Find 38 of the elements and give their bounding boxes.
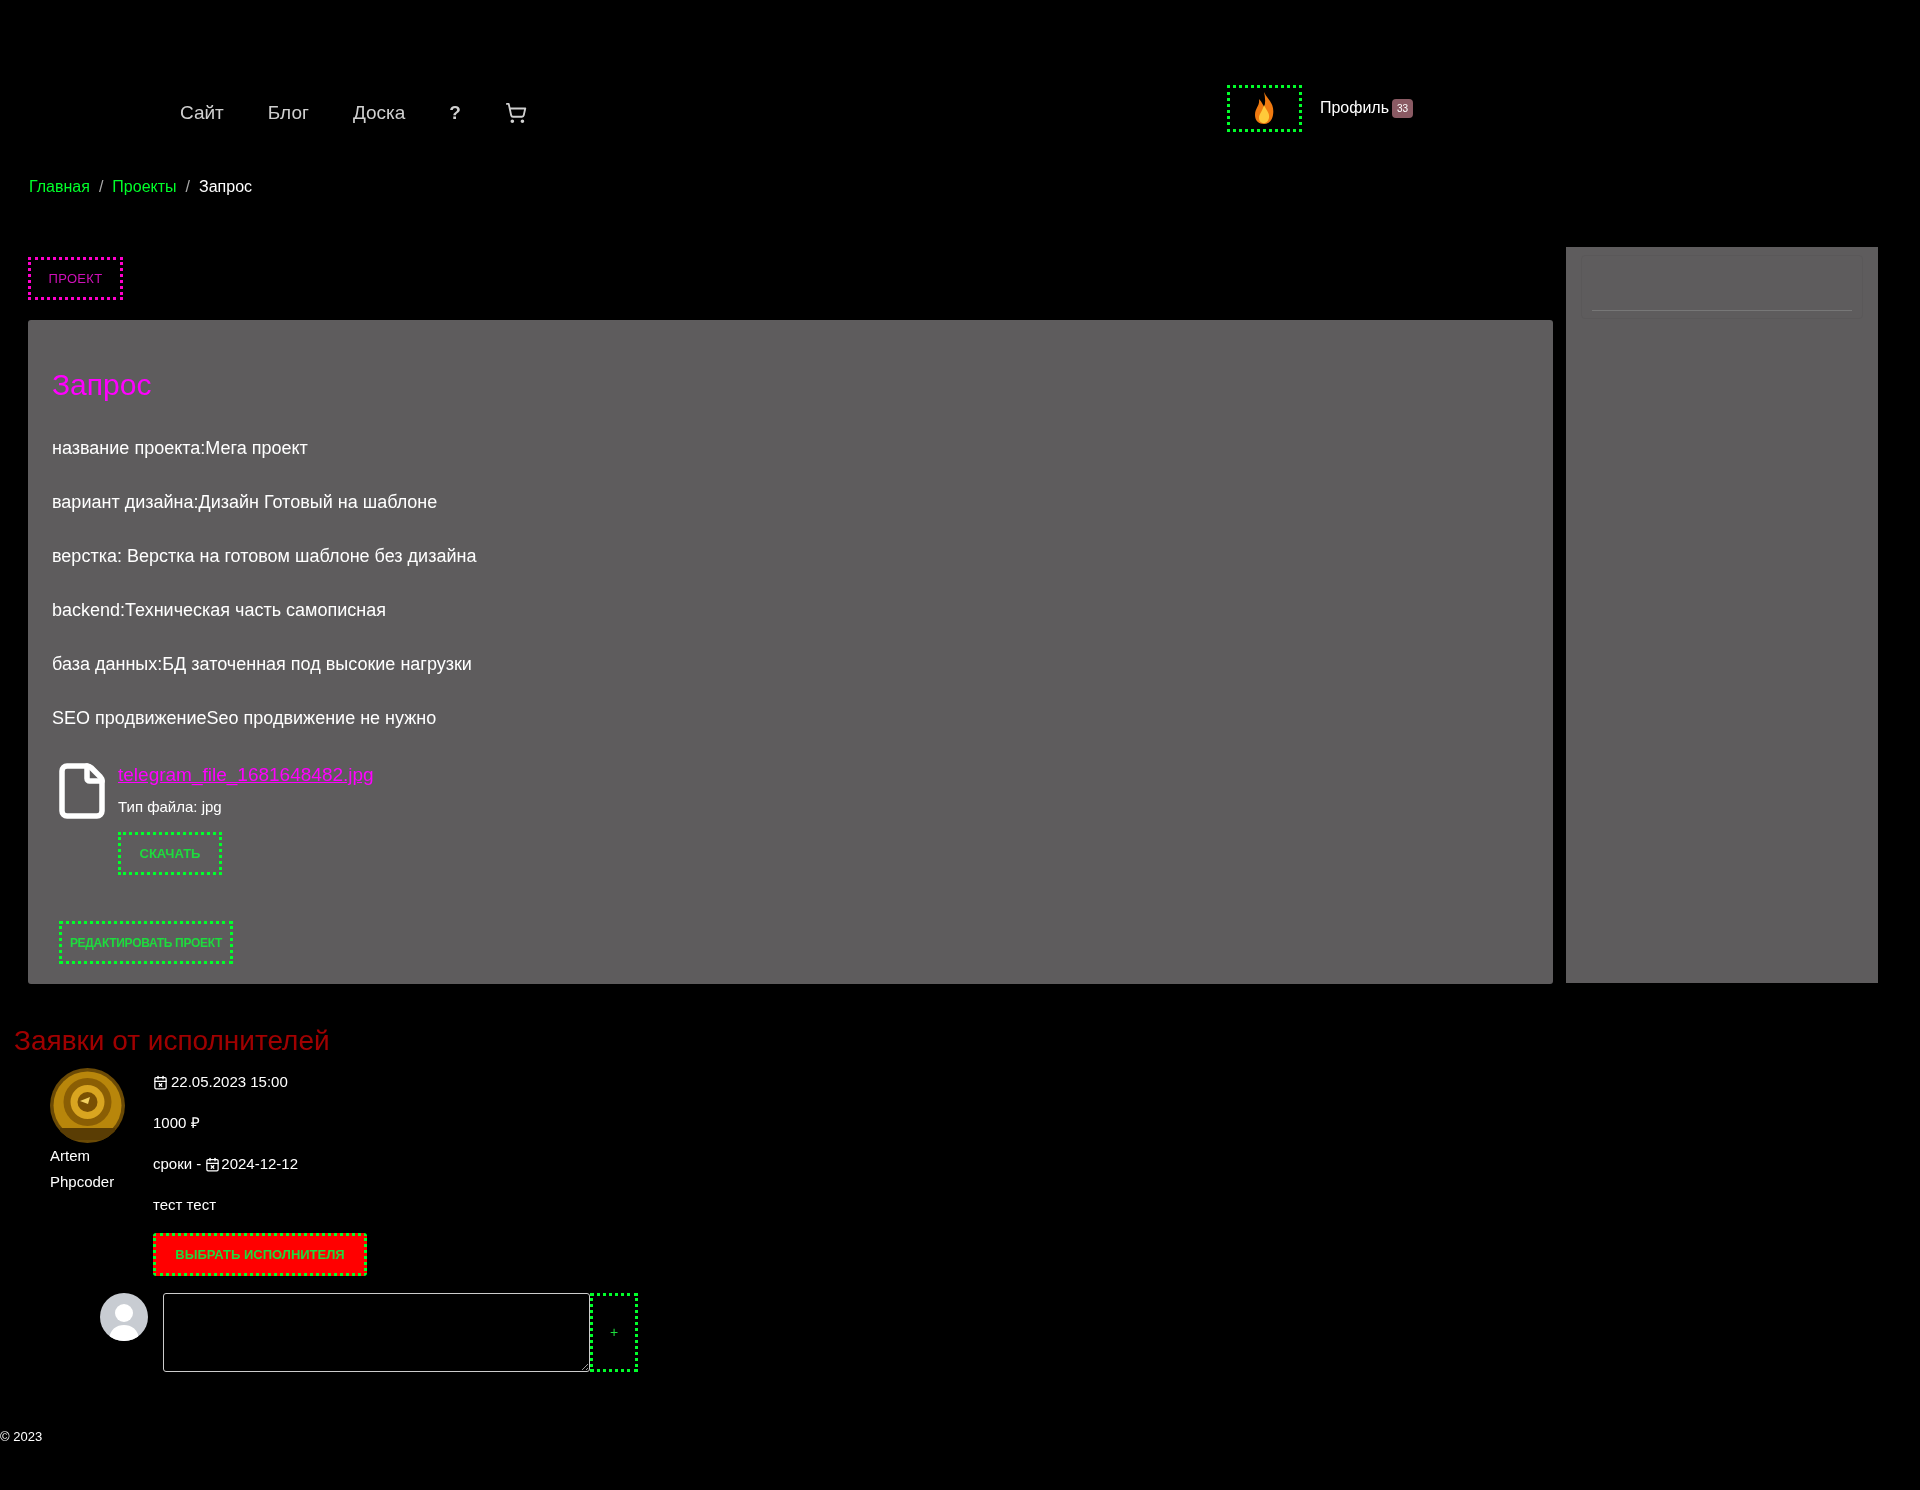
comment-field[interactable] (163, 1293, 590, 1372)
author-name: Artem (50, 1146, 91, 1166)
submit-comment-button[interactable]: + (590, 1293, 638, 1372)
bid-message: тест тест (153, 1195, 217, 1215)
bid-date: 22.05.2023 15:00 (153, 1068, 367, 1096)
copyright: © 2023 (0, 1428, 44, 1446)
project-field: база данных:БД заточенная под высокие нагрузки (52, 637, 1529, 691)
deadline-label: сроки - (153, 1153, 202, 1174)
breadcrumb-link[interactable]: Главная (29, 175, 90, 199)
edit-project-button[interactable]: РЕДАКТИРОВАТЬ ПРОЕКТ (59, 921, 233, 964)
calendar-icon (205, 1156, 221, 1172)
project-field: вариант дизайна:Дизайн Готовый на шаблоне (52, 475, 1529, 529)
project-field: backend:Техническая часть самописная (52, 583, 1529, 637)
project-field: SEO продвижениеSeo продвижение не нужно (52, 691, 1529, 745)
bids-heading: Заявки от исполнителей (14, 1024, 331, 1058)
nav-link[interactable]: Блог (267, 98, 309, 128)
notification-badge: 33 (1392, 98, 1414, 118)
download-button[interactable]: СКАЧАТЬ (118, 832, 222, 875)
calendar-icon (153, 1074, 168, 1090)
project-field: верстка: Верстка на готовом шаблоне без дизайна (52, 529, 1529, 583)
user-avatar-icon (100, 1293, 148, 1341)
breadcrumb-separator: / (98, 177, 104, 197)
project-title: Запрос (52, 367, 153, 403)
breadcrumb-link[interactable]: Проекты (112, 175, 177, 199)
nav-link[interactable]: ? (449, 98, 461, 128)
nav-link[interactable]: Сайт (180, 98, 224, 128)
breadcrumb-separator: / (185, 177, 190, 197)
nav-link[interactable]: Доска (352, 98, 406, 128)
project-tag: ПРОЕКТ (28, 257, 123, 300)
breadcrumb-current: Запрос (199, 177, 253, 197)
project-field: название проекта:Мега проект (52, 421, 1529, 475)
cart-icon[interactable] (504, 102, 527, 124)
avatar-button[interactable] (1226, 84, 1302, 132)
bid-price: 1000 ₽ (153, 1113, 201, 1133)
deadline-date: 2024-12-12 (221, 1153, 299, 1174)
profile-link[interactable]: Профиль (1319, 96, 1390, 120)
file-type: Тип файла: jpg (118, 796, 223, 817)
author-name: Phpcoder (50, 1172, 116, 1192)
